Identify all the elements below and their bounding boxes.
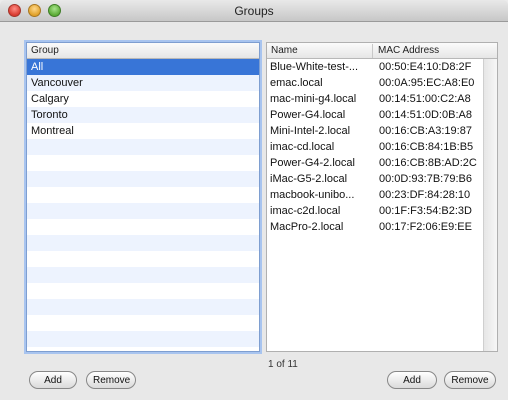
- empty-row: [27, 203, 259, 219]
- empty-row: [27, 139, 259, 155]
- groups-window: Groups Group All Vancouver Calgary Toronto M…: [0, 0, 508, 400]
- machines-table-header: Name MAC Address: [267, 43, 497, 59]
- empty-row: [27, 219, 259, 235]
- selection-count: 1 of 11: [268, 359, 298, 370]
- empty-row: [27, 155, 259, 171]
- empty-row: [27, 299, 259, 315]
- vertical-scrollbar[interactable]: [483, 59, 497, 351]
- machine-row[interactable]: imac-cd.local 00:16:CB:84:1B:B5: [267, 139, 483, 155]
- machine-name-cell: imac-c2d.local: [270, 205, 341, 217]
- group-list-item[interactable]: Vancouver: [27, 75, 259, 91]
- machine-row[interactable]: Power-G4.local 00:14:51:0D:0B:A8: [267, 107, 483, 123]
- empty-row: [27, 315, 259, 331]
- machine-name-cell: Power-G4.local: [270, 109, 346, 121]
- groups-list: All Vancouver Calgary Toronto Montreal: [27, 59, 259, 347]
- machine-row[interactable]: Blue-White-test-... 00:50:E4:10:D8:2F: [267, 59, 483, 75]
- machine-name-cell: Mini-Intel-2.local: [270, 125, 351, 137]
- mac-address-cell: 00:1F:F3:54:B2:3D: [379, 205, 472, 217]
- empty-row: [27, 171, 259, 187]
- empty-row: [27, 235, 259, 251]
- group-column-header[interactable]: Group: [27, 44, 59, 58]
- empty-row: [27, 331, 259, 347]
- group-list-item[interactable]: Montreal: [27, 123, 259, 139]
- mac-address-cell: 00:23:DF:84:28:10: [379, 189, 471, 201]
- mac-address-cell: 00:16:CB:8B:AD:2C: [379, 157, 477, 169]
- mac-column-header[interactable]: MAC Address: [374, 44, 439, 58]
- machine-row[interactable]: emac.local 00:0A:95:EC:A8:E0: [267, 75, 483, 91]
- machine-name-cell: MacPro-2.local: [270, 221, 344, 233]
- machine-name-cell: Blue-White-test-...: [270, 61, 359, 73]
- remove-group-button[interactable]: Remove: [86, 371, 136, 389]
- machine-row[interactable]: Power-G4-2.local 00:16:CB:8B:AD:2C: [267, 155, 483, 171]
- empty-row: [27, 267, 259, 283]
- machine-row[interactable]: Mini-Intel-2.local 00:16:CB:A3:19:87: [267, 123, 483, 139]
- groups-table[interactable]: Group All Vancouver Calgary Toronto Montreal: [26, 42, 260, 352]
- window-title: Groups: [234, 4, 274, 18]
- mac-address-cell: 00:0A:95:EC:A8:E0: [379, 77, 475, 89]
- machine-name-cell: imac-cd.local: [270, 141, 335, 153]
- mac-address-cell: 00:14:51:0D:0B:A8: [379, 109, 472, 121]
- empty-row: [27, 187, 259, 203]
- machines-list: Blue-White-test-... 00:50:E4:10:D8:2F emac…: [267, 59, 483, 235]
- add-machine-button[interactable]: Add: [387, 371, 437, 389]
- title-bar[interactable]: Groups: [0, 0, 508, 22]
- empty-row: [27, 251, 259, 267]
- mac-address-cell: 00:17:F2:06:E9:EE: [379, 221, 472, 233]
- machine-name-cell: macbook-unibo...: [270, 189, 355, 201]
- mac-address-cell: 00:16:CB:84:1B:B5: [379, 141, 474, 153]
- add-group-button[interactable]: Add: [29, 371, 77, 389]
- machine-name-cell: Power-G4-2.local: [270, 157, 355, 169]
- machine-row[interactable]: mac-mini-g4.local 00:14:51:00:C2:A8: [267, 91, 483, 107]
- machine-row[interactable]: iMac-G5-2.local 00:0D:93:7B:79:B6: [267, 171, 483, 187]
- machines-table[interactable]: Name MAC Address Blue-White-test-... 00:5…: [266, 42, 498, 352]
- machine-name-cell: mac-mini-g4.local: [270, 93, 357, 105]
- group-list-item[interactable]: All: [27, 59, 259, 75]
- group-list-item[interactable]: Calgary: [27, 91, 259, 107]
- mac-address-cell: 00:0D:93:7B:79:B6: [379, 173, 472, 185]
- group-list-item[interactable]: Toronto: [27, 107, 259, 123]
- empty-row: [27, 283, 259, 299]
- machine-row[interactable]: MacPro-2.local 00:17:F2:06:E9:EE: [267, 219, 483, 235]
- mac-address-cell: 00:14:51:00:C2:A8: [379, 93, 471, 105]
- mac-address-cell: 00:16:CB:A3:19:87: [379, 125, 472, 137]
- mac-address-cell: 00:50:E4:10:D8:2F: [379, 61, 472, 73]
- machine-name-cell: emac.local: [270, 77, 323, 89]
- machine-row[interactable]: imac-c2d.local 00:1F:F3:54:B2:3D: [267, 203, 483, 219]
- machine-name-cell: iMac-G5-2.local: [270, 173, 348, 185]
- name-column-header[interactable]: Name: [267, 44, 373, 58]
- remove-machine-button[interactable]: Remove: [444, 371, 496, 389]
- machine-row[interactable]: macbook-unibo... 00:23:DF:84:28:10: [267, 187, 483, 203]
- groups-table-header: Group: [27, 43, 259, 59]
